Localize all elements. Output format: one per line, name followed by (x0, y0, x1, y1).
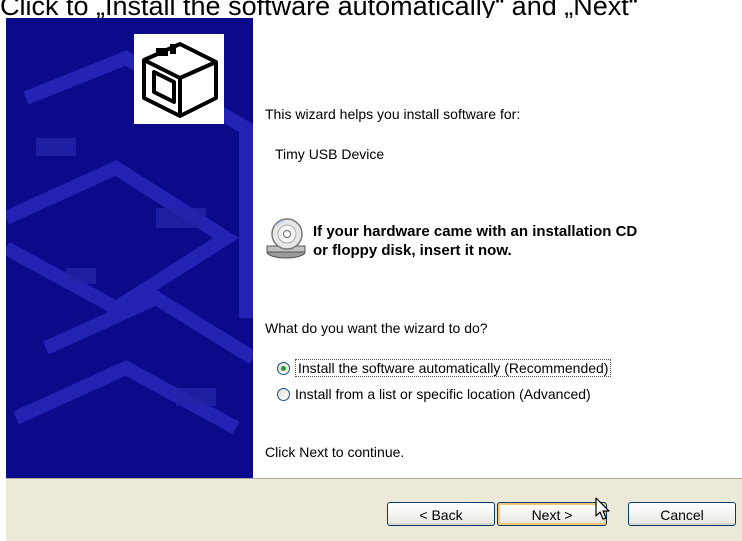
mouse-cursor-icon (595, 497, 610, 520)
back-button[interactable]: < Back (387, 502, 495, 526)
wizard-side-banner (6, 18, 253, 478)
insert-disk-message: If your hardware came with an installati… (313, 222, 637, 260)
continue-instruction: Click Next to continue. (265, 444, 405, 460)
insert-disk-message-line2: or floppy disk, insert it now. (313, 242, 512, 259)
option-install-from-list[interactable]: Install from a list or specific location… (277, 384, 591, 404)
option-label[interactable]: Install from a list or specific location… (295, 386, 591, 402)
next-button[interactable]: Next > (497, 502, 607, 526)
hardware-banner-graphic (6, 18, 253, 478)
found-new-hardware-wizard: This wizard helps you install software f… (6, 18, 742, 541)
instruction-caption: Click to „Install the software automatic… (0, 0, 638, 18)
radio-button-checked[interactable] (277, 361, 290, 375)
wizard-question: What do you want the wizard to do? (265, 320, 488, 336)
option-label[interactable]: Install the software automatically (Reco… (295, 359, 612, 377)
wizard-content-pane: This wizard helps you install software f… (253, 18, 742, 478)
wizard-intro-text: This wizard helps you install software f… (265, 106, 521, 122)
cancel-button[interactable]: Cancel (628, 502, 736, 526)
device-name: Timy USB Device (275, 146, 385, 162)
wizard-button-bar: < Back Next > Cancel (6, 478, 742, 541)
radio-button[interactable] (277, 387, 290, 401)
option-install-automatically[interactable]: Install the software automatically (Reco… (277, 358, 612, 378)
cd-drive-icon (266, 218, 306, 259)
insert-disk-message-line1: If your hardware came with an installati… (313, 223, 638, 240)
